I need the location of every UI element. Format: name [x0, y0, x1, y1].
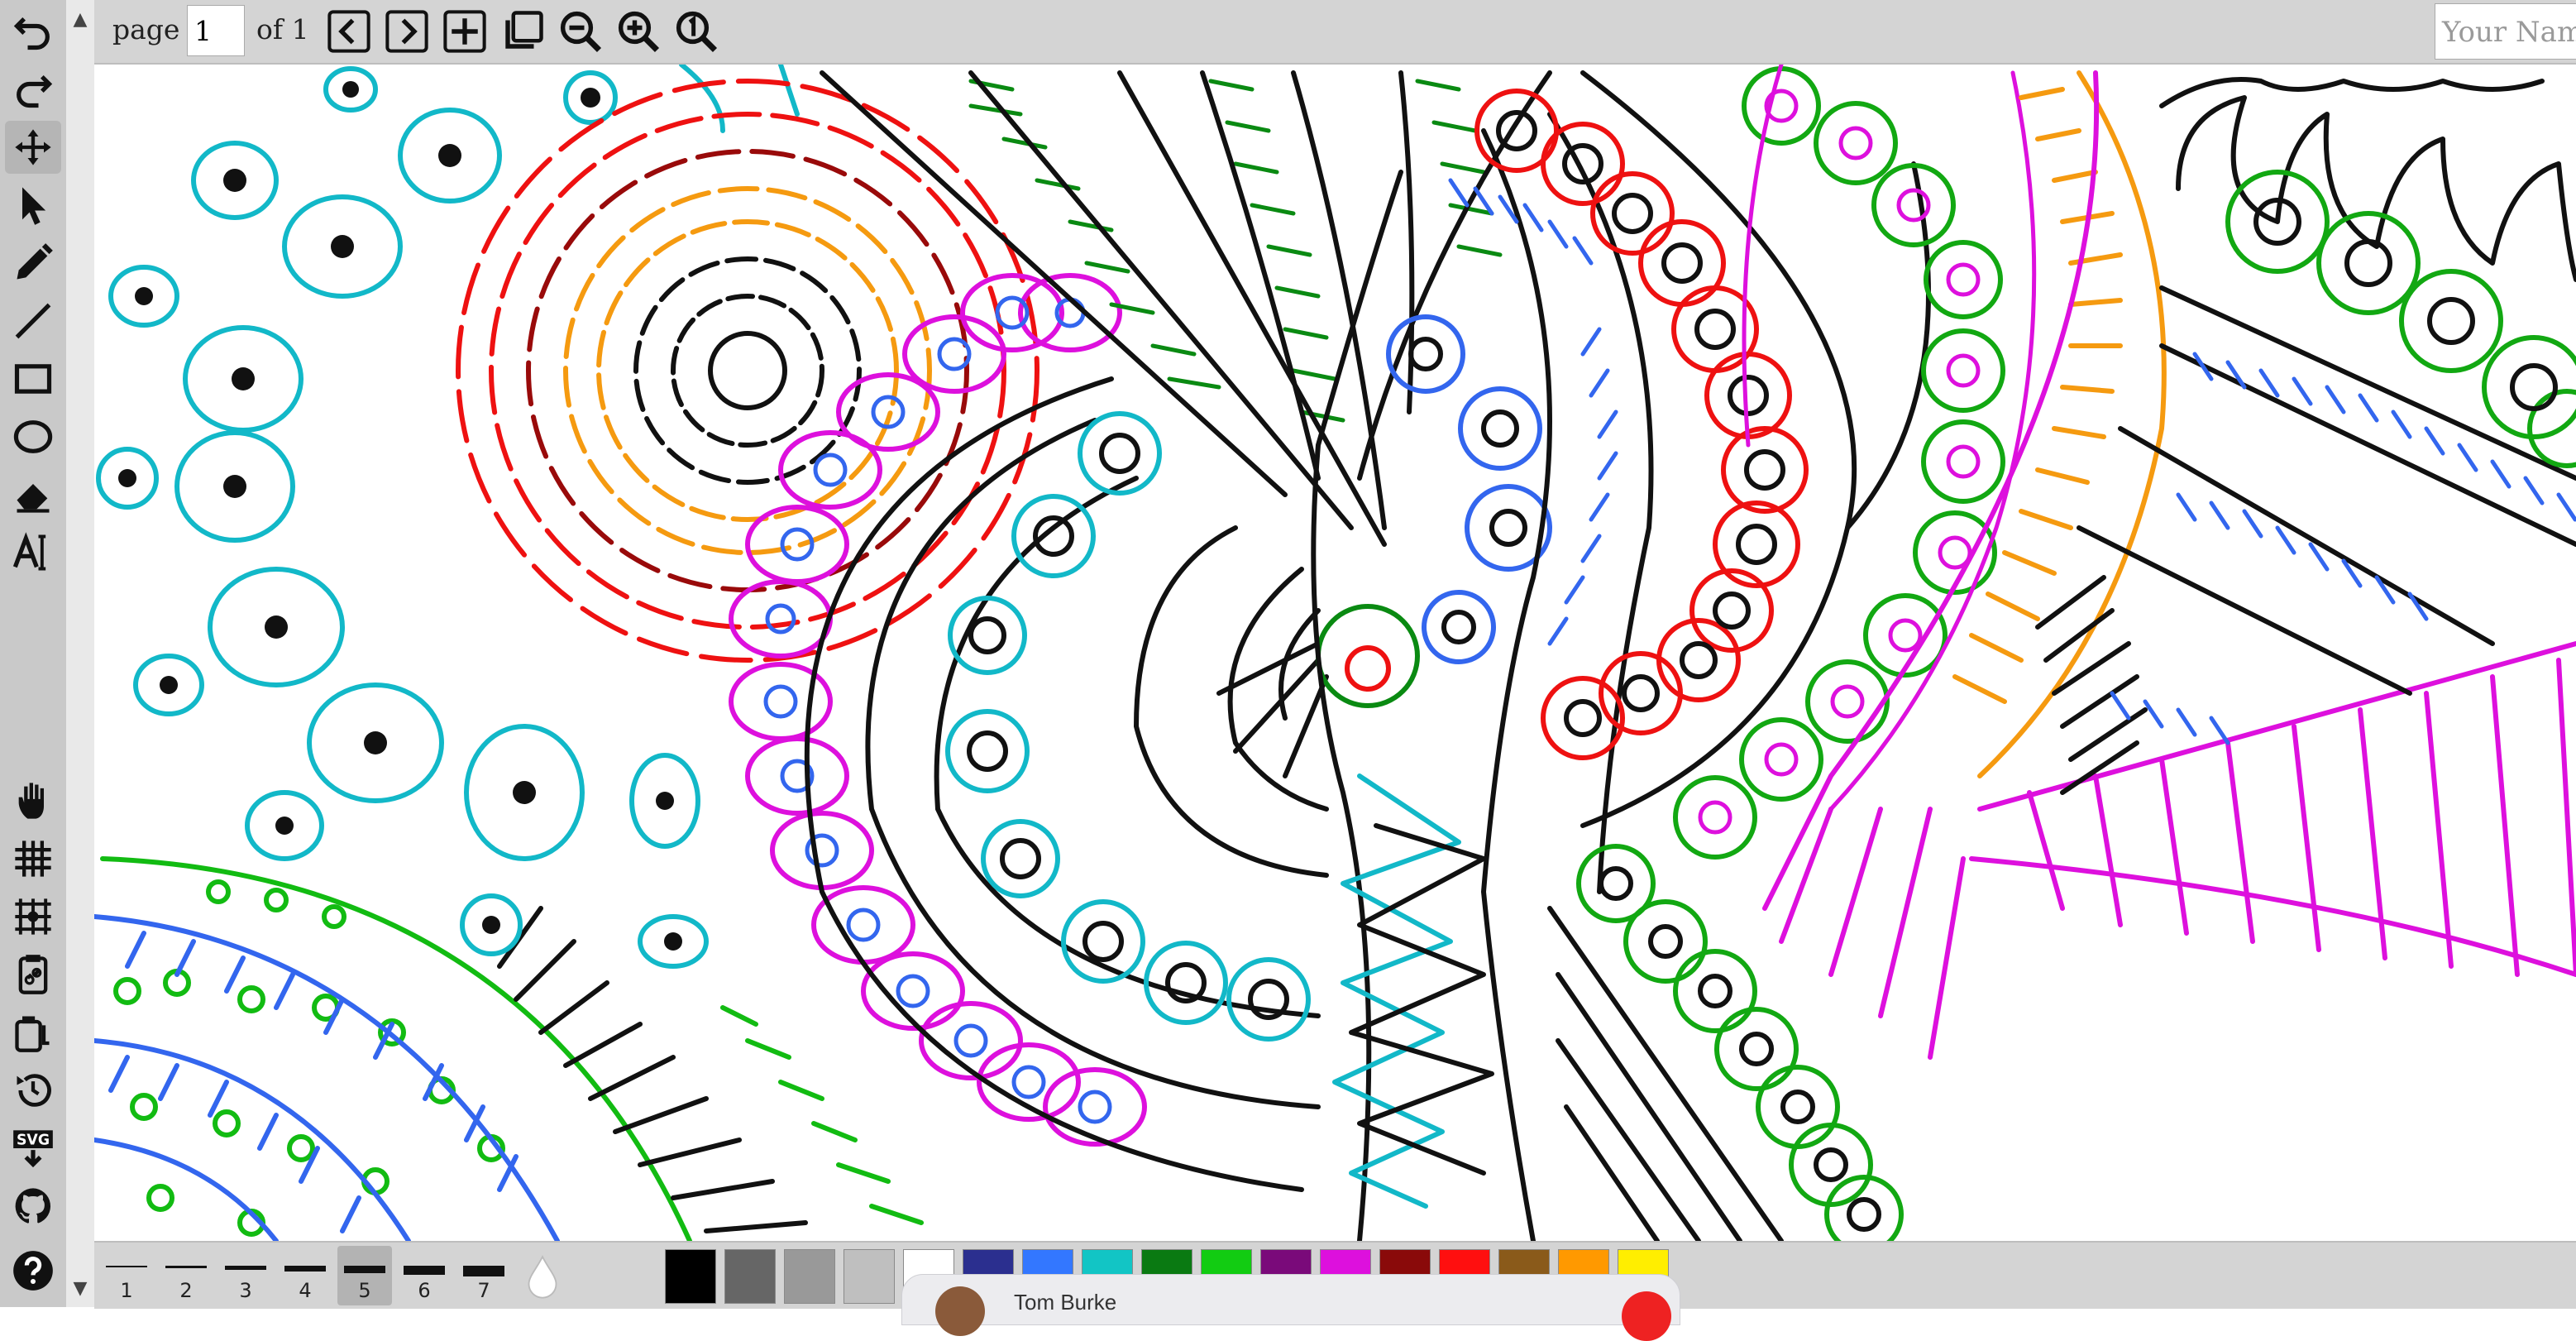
- zoom-out-button[interactable]: [556, 7, 605, 56]
- color-swatch[interactable]: [784, 1249, 835, 1304]
- stroke-width-2-button[interactable]: 2: [159, 1246, 213, 1305]
- left-toolbar: SVG: [0, 0, 68, 1307]
- github-icon: [15, 1188, 51, 1224]
- zoom-out-icon: [560, 11, 602, 53]
- stroke-width-4-button[interactable]: 4: [278, 1246, 332, 1305]
- clipboard-copy-icon: [15, 1016, 50, 1052]
- svg-export-icon: SVG: [13, 1130, 53, 1168]
- move-tool[interactable]: [5, 121, 61, 174]
- color-swatch[interactable]: [724, 1249, 776, 1304]
- text-tool[interactable]: [5, 526, 61, 579]
- zoom-in-button[interactable]: [614, 7, 663, 56]
- eraser-tool[interactable]: [5, 468, 61, 521]
- add-page-button[interactable]: [440, 7, 490, 56]
- page-count-label: of 1: [256, 13, 309, 45]
- avatar[interactable]: [935, 1286, 985, 1336]
- move-icon: [15, 129, 51, 165]
- pencil-icon: [17, 243, 53, 280]
- color-swatch[interactable]: [665, 1249, 716, 1304]
- scroll-down-arrow[interactable]: ▼: [66, 1274, 94, 1302]
- color-swatch[interactable]: [844, 1249, 895, 1304]
- stroke-width-preview: [225, 1266, 266, 1270]
- ellipse-tool[interactable]: [5, 410, 61, 463]
- vertical-scrollbar[interactable]: ▲ ▼: [66, 0, 95, 1307]
- opacity-button[interactable]: [518, 1249, 567, 1304]
- github-link[interactable]: [5, 1180, 61, 1233]
- add-page-icon: [443, 10, 486, 53]
- line-tool[interactable]: [5, 295, 61, 347]
- history-icon: [17, 1074, 51, 1107]
- line-icon: [15, 303, 51, 339]
- stroke-width-label: 5: [358, 1279, 371, 1302]
- help-button[interactable]: [5, 1244, 61, 1297]
- next-page-button[interactable]: [382, 7, 432, 56]
- taskbar-overlay: Tom Burke: [901, 1274, 1680, 1341]
- stroke-width-5-button[interactable]: 5: [337, 1246, 392, 1305]
- svg-text:SVG: SVG: [17, 1133, 50, 1149]
- grid-button[interactable]: [5, 832, 61, 885]
- record-icon[interactable]: [1622, 1291, 1671, 1341]
- scroll-up-arrow[interactable]: ▲: [66, 5, 94, 33]
- pencil-tool[interactable]: [5, 237, 61, 290]
- drawing-canvas[interactable]: [94, 65, 2576, 1241]
- chevron-right-icon: [385, 10, 428, 53]
- doodle-artwork: [94, 65, 2576, 1241]
- stroke-width-preview: [165, 1266, 207, 1268]
- zoom-reset-button[interactable]: [671, 7, 721, 56]
- svg-export-button[interactable]: SVG: [5, 1122, 61, 1175]
- rectangle-tool[interactable]: [5, 352, 61, 405]
- chevron-left-icon: [327, 10, 370, 53]
- eraser-icon: [17, 484, 50, 513]
- name-input[interactable]: Your Name: [2435, 3, 2576, 60]
- select-tool[interactable]: [5, 179, 61, 232]
- grid-icon: [15, 841, 51, 877]
- stroke-width-label: 1: [120, 1279, 133, 1302]
- undo-icon: [13, 17, 50, 50]
- duplicate-page-icon: [505, 11, 543, 49]
- duplicate-page-button[interactable]: [498, 7, 547, 56]
- top-toolbar: page 1 of 1 Your Name: [94, 0, 2576, 65]
- rectangle-icon: [14, 364, 52, 394]
- share-link-button[interactable]: [5, 948, 61, 1001]
- stroke-width-label: 3: [239, 1279, 252, 1302]
- undo-button[interactable]: [5, 5, 61, 58]
- text-icon: [12, 532, 46, 571]
- history-button[interactable]: [5, 1064, 61, 1117]
- stroke-width-preview: [404, 1266, 445, 1275]
- prev-page-button[interactable]: [324, 7, 374, 56]
- share-link-icon: [18, 955, 48, 994]
- stroke-width-7-button[interactable]: 7: [456, 1246, 511, 1305]
- zoom-reset-icon: [676, 11, 718, 53]
- pan-icon: [18, 783, 44, 819]
- snap-grid-icon: [15, 898, 51, 935]
- taskbar-user-name: Tom Burke: [1014, 1290, 1117, 1315]
- droplet-icon: [528, 1255, 557, 1299]
- zoom-in-icon: [618, 11, 660, 53]
- stroke-width-label: 7: [477, 1279, 490, 1302]
- redo-icon: [17, 74, 53, 108]
- ellipse-icon: [13, 420, 53, 453]
- redo-button[interactable]: [5, 63, 61, 116]
- stroke-width-preview: [344, 1266, 385, 1273]
- stroke-width-label: 6: [418, 1279, 431, 1302]
- stroke-width-label: 4: [299, 1279, 312, 1302]
- stroke-width-preview: [284, 1266, 326, 1272]
- page-number-input[interactable]: 1: [187, 5, 245, 56]
- snap-grid-button[interactable]: [5, 890, 61, 943]
- select-icon: [22, 187, 46, 225]
- stroke-width-1-button[interactable]: 1: [99, 1246, 154, 1305]
- help-icon: [13, 1251, 53, 1291]
- page-label: page: [112, 13, 180, 45]
- stroke-width-3-button[interactable]: 3: [218, 1246, 273, 1305]
- clipboard-copy-button[interactable]: [5, 1006, 61, 1059]
- stroke-width-6-button[interactable]: 6: [397, 1246, 452, 1305]
- stroke-width-preview: [463, 1266, 504, 1276]
- pan-tool[interactable]: [5, 774, 61, 827]
- stroke-width-label: 2: [179, 1279, 193, 1302]
- stroke-width-preview: [106, 1266, 147, 1267]
